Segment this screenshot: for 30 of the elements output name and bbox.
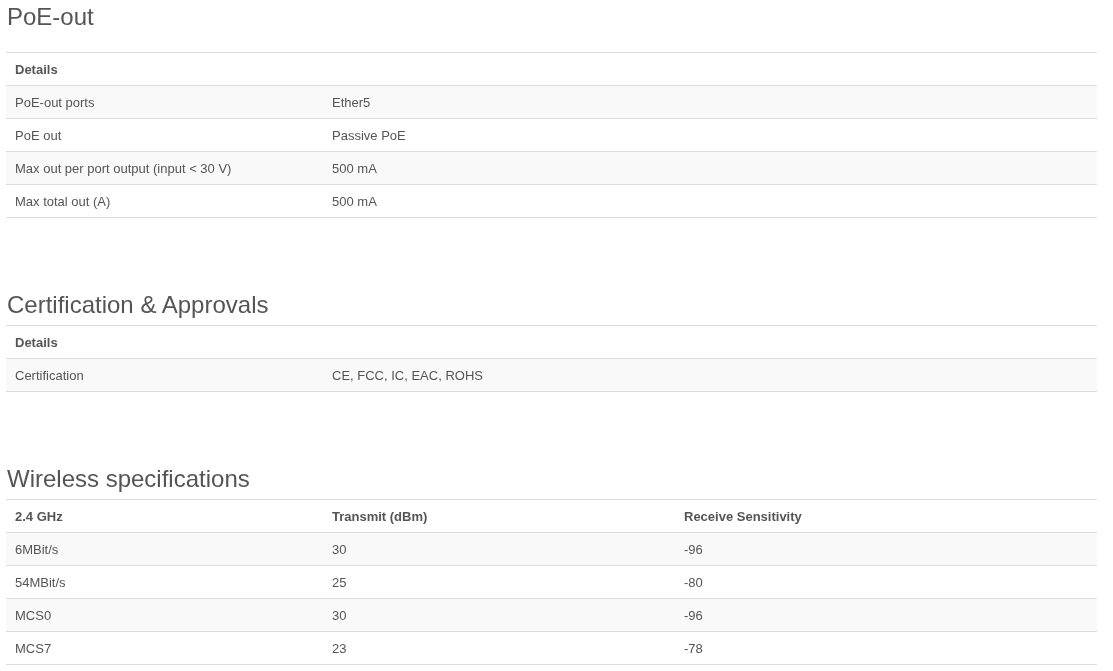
table-cell: -96 <box>684 607 703 623</box>
table-cell: 23 <box>332 640 347 656</box>
column-header: 2.4 GHz <box>15 508 63 524</box>
table-cell: 30 <box>332 607 347 623</box>
table-cell: 54MBit/s <box>15 574 66 590</box>
table-cell: Ether5 <box>332 94 371 110</box>
table-cell: PoE-out ports <box>15 94 95 110</box>
table-cell: 30 <box>332 541 347 557</box>
table-cell: -96 <box>684 541 703 557</box>
table-cell: PoE out <box>15 127 62 143</box>
table-cell: Passive PoE <box>332 127 406 143</box>
section-heading: PoE-out <box>6 2 95 32</box>
column-header: Details <box>15 334 58 350</box>
table-cell: 500 mA <box>332 193 377 209</box>
column-header: Receive Sensitivity <box>684 508 802 524</box>
table-cell: Certification <box>15 367 84 383</box>
column-header: Transmit (dBm) <box>332 508 428 524</box>
table-cell: -78 <box>684 640 703 656</box>
table-cell: 25 <box>332 574 347 590</box>
section-heading: Certification & Approvals <box>6 290 270 320</box>
table-cell: Max total out (A) <box>15 193 111 209</box>
column-header: Details <box>15 61 58 77</box>
table-cell: MCS0 <box>15 607 52 623</box>
table-cell: Max out per port output (input < 30 V) <box>15 160 232 176</box>
table-cell: 6MBit/s <box>15 541 59 557</box>
table-cell: 500 mA <box>332 160 377 176</box>
table-cell: MCS7 <box>15 640 52 656</box>
section-heading: Wireless specifications <box>6 464 251 494</box>
table-cell: -80 <box>684 574 703 590</box>
table-cell: CE, FCC, IC, EAC, ROHS <box>332 367 483 383</box>
